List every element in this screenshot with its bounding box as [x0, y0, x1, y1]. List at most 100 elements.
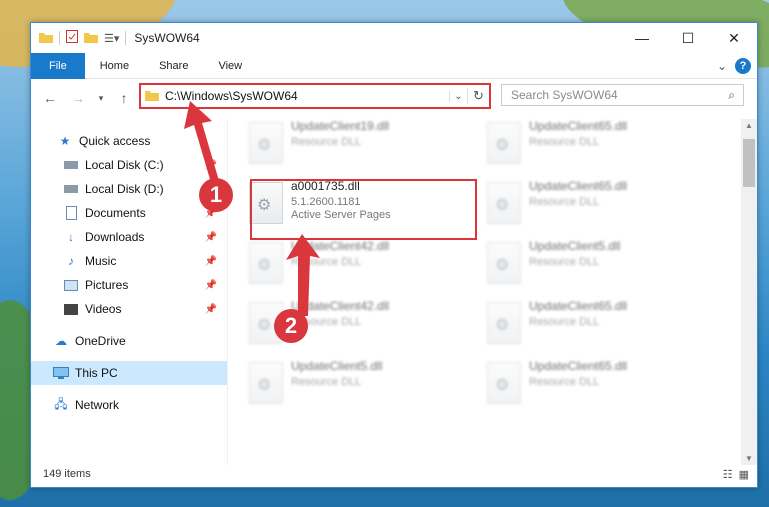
search-icon[interactable]: ⌕ [728, 88, 735, 103]
step-marker-2: 2 [274, 309, 308, 343]
pin-icon: 📌 [204, 303, 217, 315]
download-icon: ↓ [68, 230, 74, 244]
sidebar-item-label: Downloads [85, 230, 145, 244]
customize-toolbar-icon[interactable]: ☰▾ [104, 32, 119, 45]
file-tile[interactable]: UpdateClient65.dll Resource DLL [469, 179, 699, 231]
file-name: UpdateClient5.dll [529, 239, 621, 253]
details-view-icon[interactable]: ☷ [723, 468, 733, 481]
file-type: Resource DLL [529, 256, 600, 268]
tiles-view-icon[interactable]: ▦ [739, 468, 749, 481]
file-type: Resource DLL [529, 196, 600, 208]
network-icon: 🖧 [54, 396, 68, 411]
title-bar: ☰▾ SysWOW64 — ☐ ✕ [31, 23, 757, 53]
file-tile[interactable]: UpdateClient42.dllResource DLL [231, 239, 461, 291]
vertical-scrollbar[interactable]: ▲ ▼ [741, 119, 757, 465]
file-type: Resource DLL [291, 376, 362, 388]
file-tile[interactable]: UpdateClient65.dll Resource DLL [469, 299, 699, 351]
pictures-icon [63, 278, 79, 292]
sidebar-item-label: This PC [75, 366, 118, 380]
file-tile[interactable]: UpdateClient65.dll Resource DLL [469, 359, 699, 411]
file-tile[interactable]: UpdateClient5.dll Resource DLL [469, 239, 699, 291]
scroll-up-icon[interactable]: ▲ [741, 121, 757, 130]
sidebar-item-label: Network [75, 398, 120, 412]
file-name: UpdateClient65.dll [529, 359, 628, 373]
music-icon: ♪ [68, 254, 74, 268]
dll-file-icon [487, 242, 521, 284]
close-button[interactable]: ✕ [711, 23, 757, 53]
file-name: UpdateClient5.dll [291, 359, 383, 373]
pin-icon: 📌 [204, 255, 217, 267]
dll-file-icon [249, 122, 283, 164]
window-controls: — ☐ ✕ [619, 23, 757, 53]
dll-file-icon [487, 122, 521, 164]
file-type: Resource DLL [291, 136, 362, 148]
sidebar-item-label: Pictures [85, 278, 129, 292]
file-tile[interactable]: UpdateClient65.dll Resource DLL [469, 119, 699, 171]
expand-ribbon-icon[interactable]: ⌄ [717, 59, 727, 73]
sidebar-item-downloads[interactable]: ↓ Downloads 📌 [31, 225, 227, 249]
sidebar-item-music[interactable]: ♪ Music 📌 [31, 249, 227, 273]
tab-view[interactable]: View [203, 53, 257, 79]
file-type: Resource DLL [529, 136, 600, 148]
minimize-button[interactable]: — [619, 23, 665, 53]
tab-file[interactable]: File [31, 52, 85, 79]
tab-home[interactable]: Home [85, 53, 144, 79]
address-dropdown-icon[interactable]: ⌄ [449, 90, 467, 102]
sidebar-item-label: Local Disk (D:) [85, 182, 164, 196]
ribbon-tabs: File Home Share View ⌄ ? [31, 52, 757, 79]
divider [59, 31, 60, 45]
file-name: UpdateClient19.dll [291, 119, 390, 133]
search-box[interactable]: Search SysWOW64 ⌕ [501, 84, 744, 106]
item-count: 149 items [43, 468, 91, 480]
file-tile[interactable]: UpdateClient42.dllResource DLL [231, 299, 461, 351]
search-placeholder[interactable]: Search SysWOW64 [511, 88, 618, 102]
quick-access-toolbar: ☰▾ [31, 30, 127, 46]
help-icon[interactable]: ? [735, 57, 751, 74]
new-folder-icon[interactable] [84, 31, 98, 46]
maximize-button[interactable]: ☐ [665, 23, 711, 53]
back-button[interactable]: ← [39, 90, 61, 106]
divider [125, 31, 127, 45]
step-marker-1: 1 [199, 178, 233, 212]
drive-icon [63, 182, 79, 196]
recent-locations-button[interactable]: ▾ [95, 93, 107, 104]
sidebar-item-label: Documents [85, 206, 146, 220]
star-icon: ★ [59, 134, 71, 148]
folder-icon [145, 89, 159, 104]
pin-icon: 📌 [204, 279, 217, 291]
dll-file-icon [487, 182, 521, 224]
highlight-box [250, 179, 477, 240]
scroll-thumb[interactable] [743, 139, 755, 187]
sidebar-item-network[interactable]: 🖧 Network [31, 393, 227, 417]
dll-file-icon [249, 362, 283, 404]
status-bar: 149 items ☷ ▦ [31, 461, 757, 487]
sidebar-item-label: Local Disk (C:) [85, 158, 164, 172]
tab-share[interactable]: Share [144, 53, 203, 79]
sidebar-item-pictures[interactable]: Pictures 📌 [31, 273, 227, 297]
pin-icon: 📌 [204, 231, 217, 243]
videos-icon [63, 302, 79, 316]
folder-icon [39, 31, 53, 46]
file-name: UpdateClient65.dll [529, 179, 628, 193]
sidebar-item-label: Music [85, 254, 117, 268]
properties-icon[interactable] [66, 30, 78, 46]
file-type: Resource DLL [529, 376, 600, 388]
computer-icon [53, 366, 69, 380]
sidebar-item-onedrive[interactable]: ☁ OneDrive [31, 329, 227, 353]
explorer-window: ☰▾ SysWOW64 — ☐ ✕ File Home Share View ⌄… [30, 22, 758, 488]
file-tile[interactable]: UpdateClient5.dll Resource DLL [231, 359, 461, 411]
drive-icon [63, 158, 79, 172]
sidebar-item-videos[interactable]: Videos 📌 [31, 297, 227, 321]
file-tile[interactable]: UpdateClient19.dll Resource DLL [231, 119, 461, 171]
forward-button[interactable]: → [67, 90, 89, 106]
file-name: UpdateClient65.dll [529, 299, 628, 313]
sidebar-item-this-pc[interactable]: This PC [31, 361, 227, 385]
arrow-2 [286, 234, 320, 316]
window-title: SysWOW64 [134, 31, 200, 45]
file-type: Resource DLL [529, 316, 600, 328]
dll-file-icon [487, 302, 521, 344]
file-name: UpdateClient65.dll [529, 119, 628, 133]
refresh-icon[interactable]: ↻ [467, 88, 489, 104]
up-button[interactable]: ↑ [113, 90, 135, 106]
sidebar-item-label: OneDrive [75, 334, 126, 348]
